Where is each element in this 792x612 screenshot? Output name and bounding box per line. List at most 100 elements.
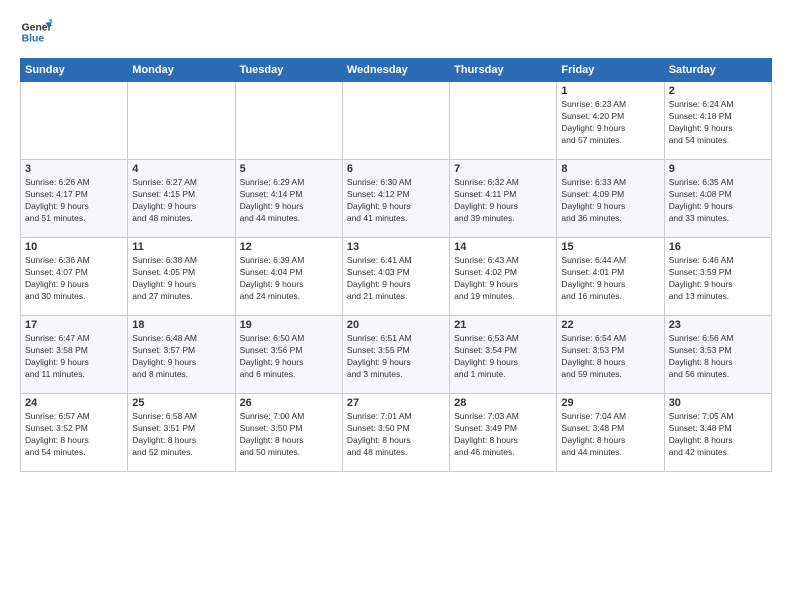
day-info: Sunrise: 6:35 AM Sunset: 4:08 PM Dayligh… bbox=[669, 177, 767, 225]
calendar-cell: 22 Sunrise: 6:54 AM Sunset: 3:53 PM Dayli… bbox=[557, 316, 664, 394]
day-number: 30 bbox=[669, 397, 767, 409]
day-number: 7 bbox=[454, 163, 552, 175]
day-number: 28 bbox=[454, 397, 552, 409]
calendar-cell: 29Sunrise: 7:04 AM Sunset: 3:48 PM Dayli… bbox=[557, 394, 664, 472]
calendar-cell: 11 Sunrise: 6:38 AM Sunset: 4:05 PM Dayli… bbox=[128, 238, 235, 316]
day-number: 17 bbox=[25, 319, 123, 331]
day-number: 22 bbox=[561, 319, 659, 331]
day-info: Sunrise: 6:48 AM Sunset: 3:57 PM Dayligh… bbox=[132, 333, 230, 381]
weekday-header-row: SundayMondayTuesdayWednesdayThursdayFrid… bbox=[21, 59, 772, 82]
calendar-cell: 18 Sunrise: 6:48 AM Sunset: 3:57 PM Dayli… bbox=[128, 316, 235, 394]
calendar-cell: 2Sunrise: 6:24 AM Sunset: 4:18 PM Daylig… bbox=[664, 82, 771, 160]
day-number: 13 bbox=[347, 241, 445, 253]
calendar-cell: 16 Sunrise: 6:46 AM Sunset: 3:59 PM Dayli… bbox=[664, 238, 771, 316]
calendar-cell: 20 Sunrise: 6:51 AM Sunset: 3:55 PM Dayli… bbox=[342, 316, 449, 394]
calendar-cell: 9 Sunrise: 6:35 AM Sunset: 4:08 PM Daylig… bbox=[664, 160, 771, 238]
day-number: 8 bbox=[561, 163, 659, 175]
day-number: 10 bbox=[25, 241, 123, 253]
logo-icon: General Blue bbox=[20, 16, 52, 48]
day-info: Sunrise: 7:03 AM Sunset: 3:49 PM Dayligh… bbox=[454, 411, 552, 459]
day-number: 19 bbox=[240, 319, 338, 331]
calendar-cell: 6 Sunrise: 6:30 AM Sunset: 4:12 PM Daylig… bbox=[342, 160, 449, 238]
day-number: 5 bbox=[240, 163, 338, 175]
weekday-saturday: Saturday bbox=[664, 59, 771, 82]
day-number: 9 bbox=[669, 163, 767, 175]
day-info: Sunrise: 6:57 AM Sunset: 3:52 PM Dayligh… bbox=[25, 411, 123, 459]
day-number: 14 bbox=[454, 241, 552, 253]
logo: General Blue bbox=[20, 16, 52, 48]
day-info: Sunrise: 7:05 AM Sunset: 3:48 PM Dayligh… bbox=[669, 411, 767, 459]
day-number: 18 bbox=[132, 319, 230, 331]
calendar-cell: 21 Sunrise: 6:53 AM Sunset: 3:54 PM Dayli… bbox=[450, 316, 557, 394]
calendar-cell: 23 Sunrise: 6:56 AM Sunset: 3:53 PM Dayli… bbox=[664, 316, 771, 394]
calendar-cell: 14 Sunrise: 6:43 AM Sunset: 4:02 PM Dayli… bbox=[450, 238, 557, 316]
day-info: Sunrise: 6:51 AM Sunset: 3:55 PM Dayligh… bbox=[347, 333, 445, 381]
day-number: 24 bbox=[25, 397, 123, 409]
weekday-tuesday: Tuesday bbox=[235, 59, 342, 82]
day-number: 3 bbox=[25, 163, 123, 175]
calendar-cell bbox=[342, 82, 449, 160]
day-number: 29 bbox=[561, 397, 659, 409]
week-row-5: 24 Sunrise: 6:57 AM Sunset: 3:52 PM Dayli… bbox=[21, 394, 772, 472]
calendar-cell bbox=[21, 82, 128, 160]
calendar-cell: 13 Sunrise: 6:41 AM Sunset: 4:03 PM Dayli… bbox=[342, 238, 449, 316]
calendar-cell: 4 Sunrise: 6:27 AM Sunset: 4:15 PM Daylig… bbox=[128, 160, 235, 238]
day-info: Sunrise: 6:41 AM Sunset: 4:03 PM Dayligh… bbox=[347, 255, 445, 303]
day-number: 11 bbox=[132, 241, 230, 253]
calendar-cell: 5 Sunrise: 6:29 AM Sunset: 4:14 PM Daylig… bbox=[235, 160, 342, 238]
day-number: 25 bbox=[132, 397, 230, 409]
day-number: 4 bbox=[132, 163, 230, 175]
header: General Blue bbox=[20, 16, 772, 48]
calendar-cell: 28 Sunrise: 7:03 AM Sunset: 3:49 PM Dayli… bbox=[450, 394, 557, 472]
day-info: Sunrise: 6:38 AM Sunset: 4:05 PM Dayligh… bbox=[132, 255, 230, 303]
weekday-friday: Friday bbox=[557, 59, 664, 82]
day-number: 1 bbox=[561, 85, 659, 97]
day-info: Sunrise: 6:43 AM Sunset: 4:02 PM Dayligh… bbox=[454, 255, 552, 303]
week-row-4: 17Sunrise: 6:47 AM Sunset: 3:58 PM Dayli… bbox=[21, 316, 772, 394]
calendar-cell bbox=[128, 82, 235, 160]
day-info: Sunrise: 6:30 AM Sunset: 4:12 PM Dayligh… bbox=[347, 177, 445, 225]
weekday-monday: Monday bbox=[128, 59, 235, 82]
calendar-cell: 26Sunrise: 7:00 AM Sunset: 3:50 PM Dayli… bbox=[235, 394, 342, 472]
svg-text:Blue: Blue bbox=[22, 34, 45, 45]
calendar-cell: 25 Sunrise: 6:58 AM Sunset: 3:51 PM Dayli… bbox=[128, 394, 235, 472]
day-info: Sunrise: 6:36 AM Sunset: 4:07 PM Dayligh… bbox=[25, 255, 123, 303]
calendar-cell: 1Sunrise: 6:23 AM Sunset: 4:20 PM Daylig… bbox=[557, 82, 664, 160]
day-info: Sunrise: 6:29 AM Sunset: 4:14 PM Dayligh… bbox=[240, 177, 338, 225]
weekday-thursday: Thursday bbox=[450, 59, 557, 82]
day-number: 20 bbox=[347, 319, 445, 331]
calendar: SundayMondayTuesdayWednesdayThursdayFrid… bbox=[20, 58, 772, 472]
day-number: 23 bbox=[669, 319, 767, 331]
calendar-cell: 24 Sunrise: 6:57 AM Sunset: 3:52 PM Dayli… bbox=[21, 394, 128, 472]
weekday-wednesday: Wednesday bbox=[342, 59, 449, 82]
day-info: Sunrise: 6:27 AM Sunset: 4:15 PM Dayligh… bbox=[132, 177, 230, 225]
day-number: 6 bbox=[347, 163, 445, 175]
calendar-cell: 19 Sunrise: 6:50 AM Sunset: 3:56 PM Dayli… bbox=[235, 316, 342, 394]
day-info: Sunrise: 6:53 AM Sunset: 3:54 PM Dayligh… bbox=[454, 333, 552, 381]
calendar-cell: 3 Sunrise: 6:26 AM Sunset: 4:17 PM Daylig… bbox=[21, 160, 128, 238]
calendar-cell bbox=[235, 82, 342, 160]
day-number: 2 bbox=[669, 85, 767, 97]
day-info: Sunrise: 6:39 AM Sunset: 4:04 PM Dayligh… bbox=[240, 255, 338, 303]
day-info: Sunrise: 7:01 AM Sunset: 3:50 PM Dayligh… bbox=[347, 411, 445, 459]
calendar-cell bbox=[450, 82, 557, 160]
day-info: Sunrise: 6:33 AM Sunset: 4:09 PM Dayligh… bbox=[561, 177, 659, 225]
calendar-cell: 8 Sunrise: 6:33 AM Sunset: 4:09 PM Daylig… bbox=[557, 160, 664, 238]
day-info: Sunrise: 6:46 AM Sunset: 3:59 PM Dayligh… bbox=[669, 255, 767, 303]
day-number: 16 bbox=[669, 241, 767, 253]
day-info: Sunrise: 6:56 AM Sunset: 3:53 PM Dayligh… bbox=[669, 333, 767, 381]
day-number: 27 bbox=[347, 397, 445, 409]
day-info: Sunrise: 6:54 AM Sunset: 3:53 PM Dayligh… bbox=[561, 333, 659, 381]
calendar-cell: 17Sunrise: 6:47 AM Sunset: 3:58 PM Dayli… bbox=[21, 316, 128, 394]
day-number: 12 bbox=[240, 241, 338, 253]
day-info: Sunrise: 6:50 AM Sunset: 3:56 PM Dayligh… bbox=[240, 333, 338, 381]
weekday-sunday: Sunday bbox=[21, 59, 128, 82]
day-info: Sunrise: 6:58 AM Sunset: 3:51 PM Dayligh… bbox=[132, 411, 230, 459]
calendar-cell: 15Sunrise: 6:44 AM Sunset: 4:01 PM Dayli… bbox=[557, 238, 664, 316]
calendar-cell: 10 Sunrise: 6:36 AM Sunset: 4:07 PM Dayli… bbox=[21, 238, 128, 316]
day-info: Sunrise: 6:26 AM Sunset: 4:17 PM Dayligh… bbox=[25, 177, 123, 225]
day-number: 21 bbox=[454, 319, 552, 331]
week-row-1: 1Sunrise: 6:23 AM Sunset: 4:20 PM Daylig… bbox=[21, 82, 772, 160]
calendar-cell: 30 Sunrise: 7:05 AM Sunset: 3:48 PM Dayli… bbox=[664, 394, 771, 472]
calendar-cell: 12 Sunrise: 6:39 AM Sunset: 4:04 PM Dayli… bbox=[235, 238, 342, 316]
